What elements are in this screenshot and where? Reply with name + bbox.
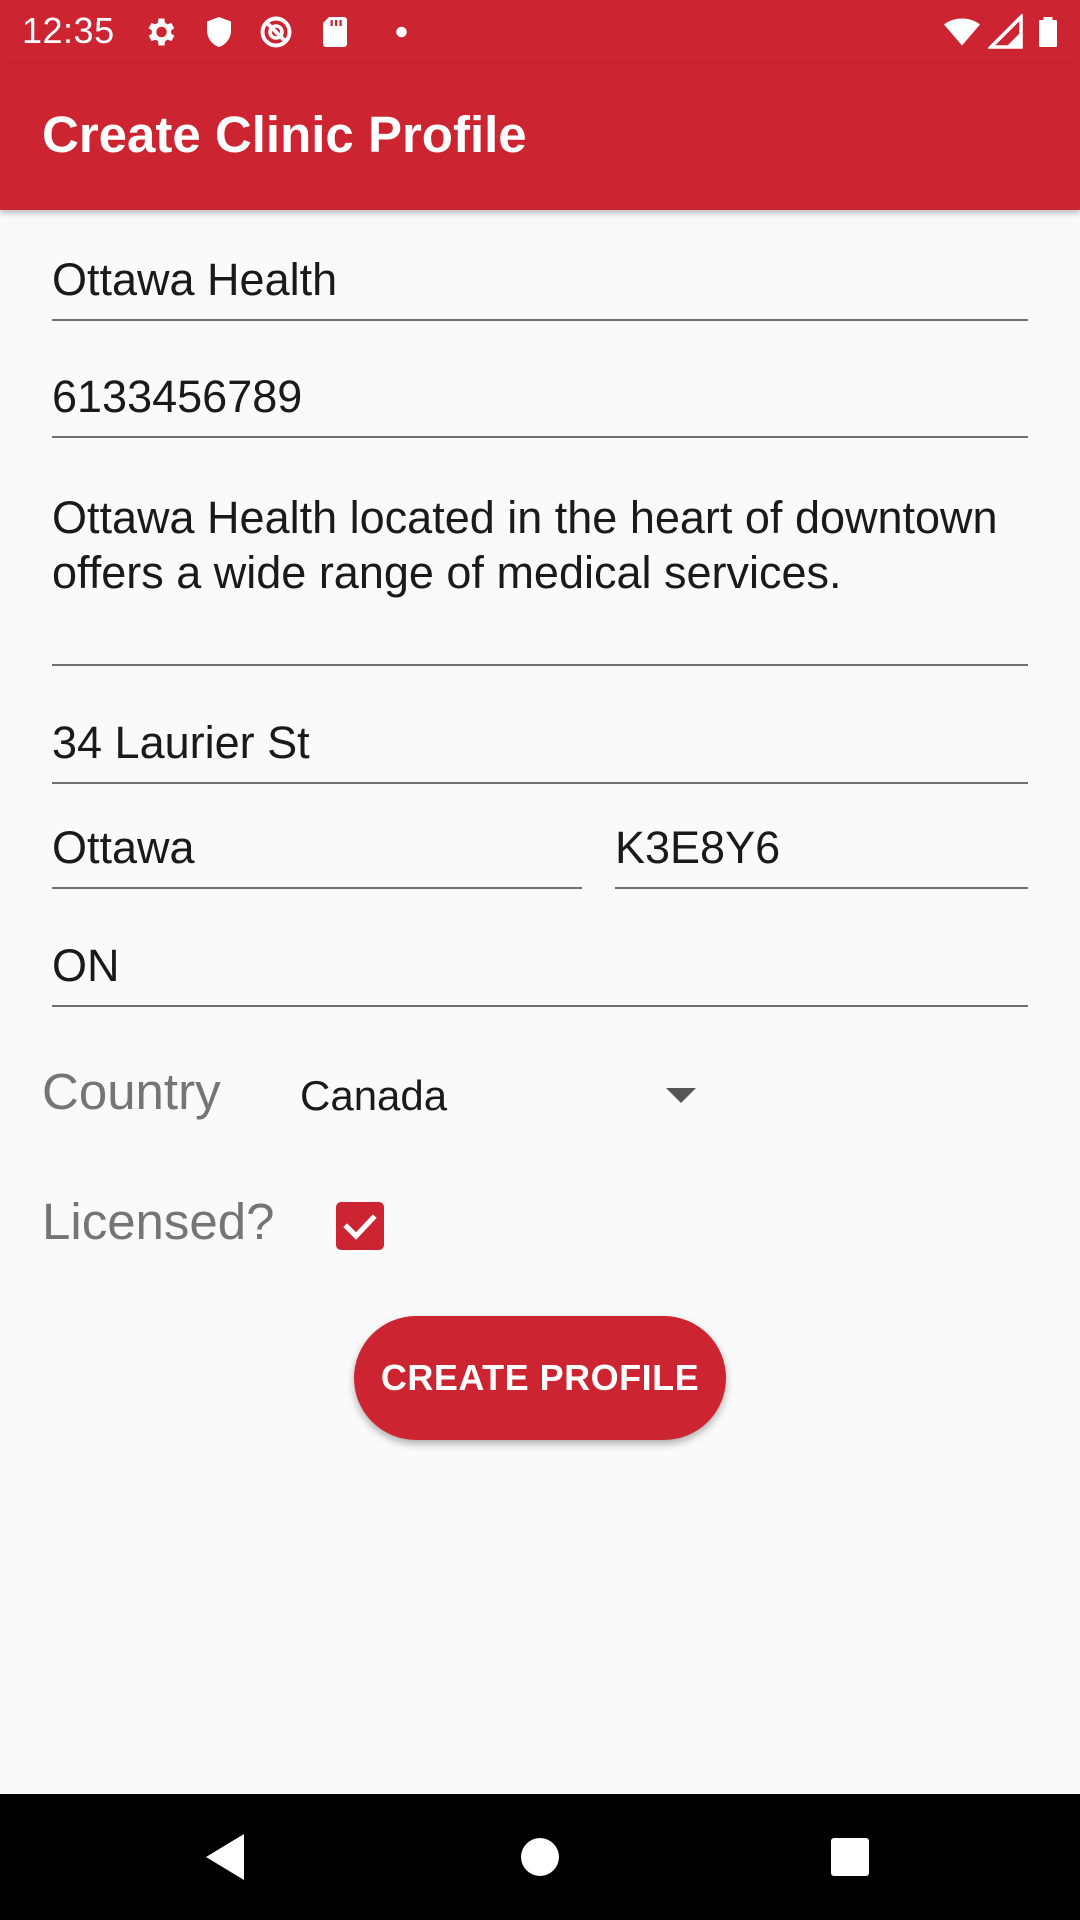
licensed-label: Licensed? — [42, 1193, 275, 1250]
checkmark-icon — [343, 1214, 377, 1240]
dropdown-arrow-icon — [666, 1088, 696, 1103]
postal-code-value: K3E8Y6 — [615, 822, 781, 873]
dot-icon — [396, 26, 407, 38]
city-field[interactable]: Ottawa — [52, 805, 582, 889]
sd-card-icon — [323, 17, 347, 47]
licensed-checkbox[interactable] — [336, 1202, 384, 1250]
status-bar: 12:35 — [0, 0, 1080, 63]
status-time: 12:35 — [22, 10, 115, 51]
signal-icon — [988, 14, 1023, 49]
home-icon[interactable] — [521, 1838, 559, 1876]
wifi-icon — [944, 18, 980, 46]
phone-value: 6133456789 — [52, 371, 303, 422]
gear-icon — [148, 18, 175, 46]
postal-code-field[interactable]: K3E8Y6 — [615, 805, 1028, 889]
country-value: Canada — [300, 1072, 448, 1119]
no-sync-icon — [260, 16, 292, 48]
app-bar: Create Clinic Profile — [0, 63, 1080, 210]
create-profile-button[interactable]: CREATE PROFILE — [354, 1316, 726, 1440]
page-title: Create Clinic Profile — [42, 106, 527, 163]
clinic-name-value: Ottawa Health — [52, 254, 338, 305]
description-field[interactable]: Ottawa Health located in the heart of do… — [52, 490, 1028, 666]
phone-field[interactable]: 6133456789 — [52, 353, 1028, 438]
clinic-name-field[interactable]: Ottawa Health — [52, 236, 1028, 321]
street-value: 34 Laurier St — [52, 717, 310, 768]
recents-icon[interactable] — [831, 1838, 869, 1876]
back-icon[interactable] — [206, 1834, 244, 1880]
city-value: Ottawa — [52, 822, 195, 873]
province-field[interactable]: ON — [52, 922, 1028, 1007]
description-value: Ottawa Health located in the heart of do… — [52, 492, 998, 598]
shield-icon — [207, 17, 231, 47]
battery-icon — [1039, 17, 1057, 47]
country-label: Country — [42, 1063, 221, 1120]
province-value: ON — [52, 940, 120, 991]
street-field[interactable]: 34 Laurier St — [52, 700, 1028, 784]
navigation-bar — [0, 1794, 1080, 1920]
